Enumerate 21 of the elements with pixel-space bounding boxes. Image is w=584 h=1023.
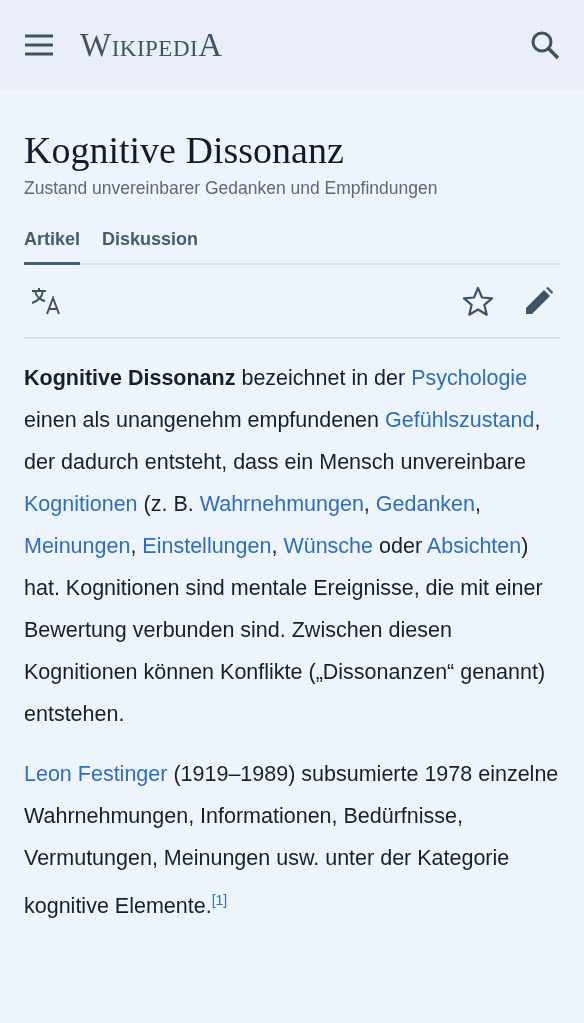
link[interactable]: Leon Festinger (24, 762, 168, 786)
menu-button[interactable] (24, 34, 54, 56)
search-button[interactable] (530, 30, 560, 60)
link[interactable]: Gedanken (375, 492, 475, 516)
link[interactable]: Psychologie (411, 366, 528, 390)
tab[interactable]: Diskussion (102, 229, 199, 265)
paragraph: Leon Festinger (1919–1989) subsumierte 1978 einzelne Wahrnehmungen, Informationen, Bedürfnisse, Vermutungen, Meinungen usw. unter der Kategorie kognitive Elemente.$^{[1]}$ (24, 761, 560, 921)
pencil-icon[interactable] (524, 286, 554, 316)
link[interactable]: Wahrnehmungen (199, 492, 364, 516)
footnote-link[interactable]: [1] (211, 892, 228, 908)
tab[interactable]: Artikel (24, 229, 81, 265)
star-icon[interactable] (462, 286, 494, 316)
link[interactable]: Absichten (426, 534, 522, 558)
paragraph: Kognitive Dissonanz bezeichnet in der Psychologie einen als unangenehm empfundenen Gefühlszustand, der dadurch entsteht, dass ein Mensch unvereinbare Kognitionen (z. B. Wahrnehmungen, Gedanken, Meinungen, Einstellungen, Wünsche oder Absichten) hat. Kognitionen sind mentale Ereignisse, die mit einer Bewertung verbunden sind. Zwischen diesen Kognitionen können Konflikte („Dissonanzen“ genannt) entstehen. (24, 365, 547, 728)
link[interactable]: Einstellungen (142, 534, 272, 558)
link[interactable]: Wünsche (283, 534, 374, 558)
link[interactable]: Gefühlszustand (385, 408, 535, 432)
article-subtitle: Zustand unvereinbarer Gedanken und Empfindungen (24, 178, 439, 199)
article-title: Kognitive Dissonanz (24, 128, 345, 172)
link[interactable]: Meinungen (24, 534, 131, 558)
link[interactable]: Kognitionen (24, 492, 138, 516)
